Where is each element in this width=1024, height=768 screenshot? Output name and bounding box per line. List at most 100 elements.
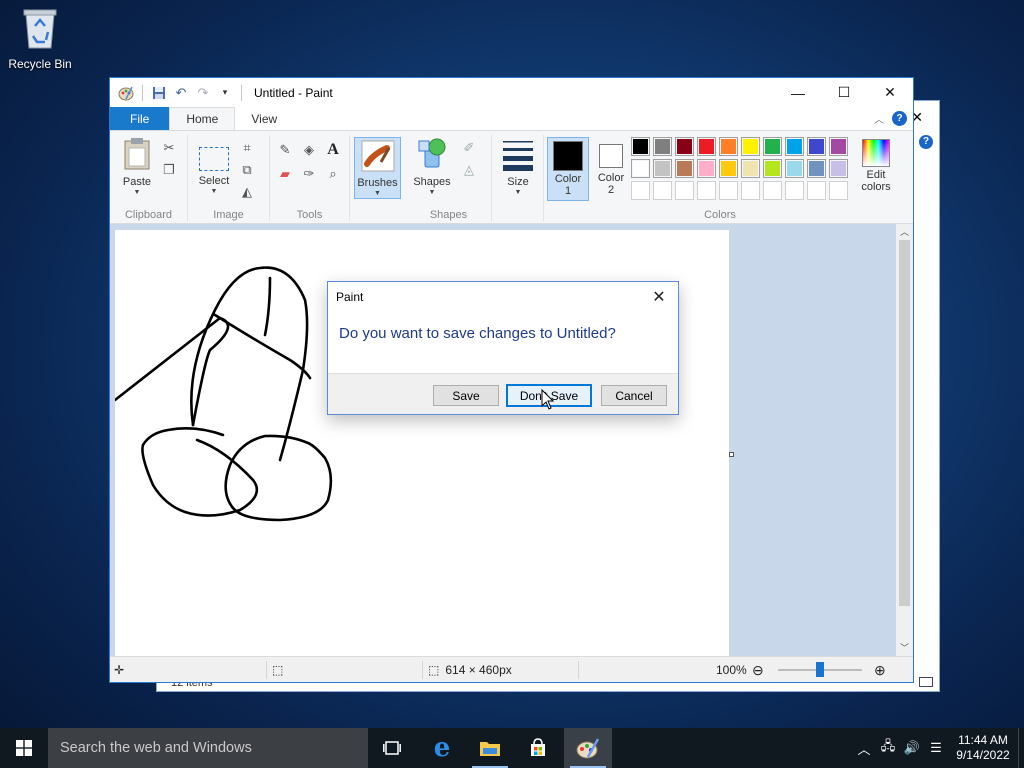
brushes-button[interactable]: Brushes ▼	[354, 137, 401, 199]
color-swatch[interactable]	[829, 159, 848, 178]
color-swatch[interactable]	[675, 159, 694, 178]
fill-icon[interactable]: ◬	[460, 161, 478, 179]
custom-color-slot[interactable]	[675, 181, 694, 200]
rotate-icon[interactable]: ◭	[238, 183, 256, 201]
tab-home[interactable]: Home	[169, 107, 236, 130]
color-swatch[interactable]	[697, 137, 716, 156]
crop-icon[interactable]: ⌗	[238, 139, 256, 157]
magnifier-icon[interactable]: ⌕	[324, 165, 342, 183]
edge-icon[interactable]: e	[418, 728, 466, 768]
resize-handle[interactable]	[729, 452, 734, 457]
cut-icon[interactable]: ✂	[160, 139, 178, 157]
dropdown-caret-icon: ▼	[514, 189, 522, 196]
store-icon[interactable]	[514, 728, 562, 768]
network-icon[interactable]: 🖧	[876, 737, 900, 759]
cancel-button[interactable]: Cancel	[601, 385, 667, 406]
zoom-in-icon[interactable]: ⊕	[874, 657, 886, 683]
tab-view[interactable]: View	[235, 107, 293, 130]
clock[interactable]: 11:44 AM 9/14/2022	[948, 733, 1018, 763]
save-icon[interactable]	[151, 85, 167, 101]
dialog-title: Paint	[336, 290, 364, 304]
dropdown-caret-icon: ▼	[374, 190, 381, 197]
edit-colors-button[interactable]: Edit colors	[858, 137, 894, 193]
redo-icon[interactable]: ↷	[195, 85, 211, 101]
scroll-up-icon[interactable]: ︿	[896, 224, 913, 240]
custom-color-slot[interactable]	[807, 181, 826, 200]
copy-icon[interactable]: ❐	[160, 161, 178, 179]
zoom-slider-thumb[interactable]	[816, 662, 824, 677]
help-icon[interactable]: ?	[892, 111, 907, 126]
shapes-button[interactable]: Shapes ▼	[410, 137, 454, 196]
scrollbar-thumb[interactable]	[899, 240, 910, 606]
custom-color-slot[interactable]	[829, 181, 848, 200]
undo-icon[interactable]: ↶	[173, 85, 189, 101]
zoom-out-icon[interactable]: ⊖	[752, 657, 764, 683]
action-center-icon[interactable]: ☰	[924, 740, 948, 756]
divider	[578, 661, 579, 679]
maximize-button[interactable]: ☐	[821, 78, 867, 107]
start-button[interactable]	[0, 728, 48, 768]
show-desktop-button[interactable]	[1018, 728, 1024, 768]
select-button[interactable]: Select ▼	[194, 137, 234, 195]
color-swatch[interactable]	[675, 137, 694, 156]
color-swatch[interactable]	[719, 159, 738, 178]
paint-icon[interactable]	[564, 728, 612, 768]
fill-bucket-icon[interactable]: ◈	[300, 141, 318, 159]
volume-icon[interactable]: 🔊	[900, 740, 924, 756]
color-swatch[interactable]	[631, 159, 650, 178]
outline-icon[interactable]: ✐	[460, 139, 478, 157]
color-swatch[interactable]	[829, 137, 848, 156]
close-button[interactable]: ✕	[867, 78, 913, 107]
color-swatch[interactable]	[807, 159, 826, 178]
custom-color-slot[interactable]	[719, 181, 738, 200]
color-2-button[interactable]: Color 2	[592, 137, 630, 196]
color-picker-icon[interactable]: ✑	[300, 165, 318, 183]
title-bar[interactable]: ↶ ↷ ▾ Untitled - Paint — ☐ ✕	[110, 78, 913, 107]
paste-button[interactable]: Paste ▼	[118, 137, 156, 196]
color-swatch[interactable]	[631, 137, 650, 156]
tab-file[interactable]: File	[110, 107, 170, 130]
eraser-icon[interactable]: ▰	[276, 165, 294, 183]
minimize-button[interactable]: —	[775, 78, 821, 107]
color-swatch[interactable]	[763, 159, 782, 178]
color-swatch[interactable]	[653, 159, 672, 178]
scroll-down-icon[interactable]: ﹀	[896, 640, 913, 656]
recycle-bin[interactable]: Recycle Bin	[6, 6, 74, 71]
collapse-ribbon-icon[interactable]: ︿	[874, 111, 884, 126]
custom-color-slot[interactable]	[697, 181, 716, 200]
paint-app-icon[interactable]	[118, 85, 134, 101]
color-swatch[interactable]	[785, 159, 804, 178]
task-view-icon[interactable]	[368, 728, 416, 768]
color-swatch-fill	[699, 161, 714, 176]
save-button[interactable]: Save	[433, 385, 499, 406]
custom-color-slot[interactable]	[741, 181, 760, 200]
color-swatch[interactable]	[763, 137, 782, 156]
color-swatch[interactable]	[719, 137, 738, 156]
color-swatch[interactable]	[807, 137, 826, 156]
color-swatch-fill	[633, 139, 648, 154]
search-box[interactable]: Search the web and Windows	[48, 728, 368, 768]
view-toggle-icon[interactable]	[919, 677, 933, 687]
color-swatch[interactable]	[697, 159, 716, 178]
pencil-icon[interactable]: ✎	[276, 141, 294, 159]
color-swatch[interactable]	[653, 137, 672, 156]
show-hidden-icons-icon[interactable]: ︿	[852, 739, 876, 758]
custom-color-slot[interactable]	[653, 181, 672, 200]
text-tool-icon[interactable]: A	[324, 141, 342, 159]
brush-icon	[361, 140, 394, 172]
resize-icon[interactable]: ⧉	[238, 161, 256, 179]
file-explorer-icon[interactable]	[466, 728, 514, 768]
color-1-button[interactable]: Color 1	[547, 137, 589, 201]
vertical-scrollbar[interactable]: ︿ ﹀	[896, 224, 913, 656]
custom-color-slot[interactable]	[631, 181, 650, 200]
custom-color-slot[interactable]	[785, 181, 804, 200]
size-button[interactable]: Size ▼	[496, 137, 540, 196]
color-swatch[interactable]	[741, 137, 760, 156]
customize-quick-access-icon[interactable]: ▾	[217, 85, 233, 101]
custom-color-slot[interactable]	[763, 181, 782, 200]
help-icon[interactable]: ?	[919, 135, 933, 149]
color-swatch[interactable]	[785, 137, 804, 156]
color-swatch[interactable]	[741, 159, 760, 178]
save-changes-dialog[interactable]: Paint ✕ Do you want to save changes to U…	[327, 281, 679, 415]
dialog-close-button[interactable]: ✕	[648, 286, 670, 308]
